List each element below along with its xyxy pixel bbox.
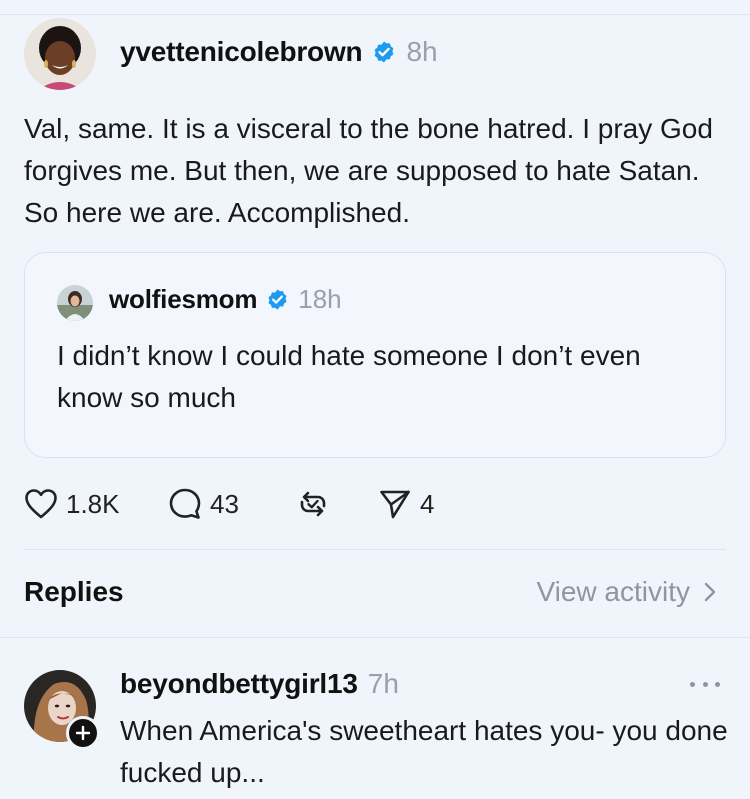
more-options-button[interactable] <box>690 672 720 696</box>
quoted-author-avatar[interactable] <box>57 285 93 321</box>
replies-divider <box>0 637 750 638</box>
follow-plus-button[interactable] <box>66 716 100 750</box>
send-icon <box>378 487 412 521</box>
reply-author-row: beyondbettygirl13 7h <box>120 668 399 700</box>
post-author-avatar[interactable] <box>24 18 96 90</box>
repost-icon <box>296 487 330 521</box>
top-divider <box>0 14 750 15</box>
quoted-timestamp: 18h <box>298 284 342 314</box>
view-activity-link[interactable]: View activity <box>536 576 716 608</box>
quoted-username[interactable]: wolfiesmom <box>109 284 257 315</box>
like-count: 1.8K <box>66 488 120 519</box>
comment-bubble-icon <box>168 487 202 521</box>
plus-icon <box>75 725 91 741</box>
replies-heading: Replies <box>24 576 124 607</box>
post-author-row: yvettenicolebrown 8h <box>120 36 438 68</box>
post-timestamp: 8h <box>406 36 438 67</box>
verified-badge-icon <box>266 288 289 311</box>
reply-text: When America's sweetheart hates you- you… <box>120 715 728 788</box>
view-activity-label: View activity <box>536 576 690 607</box>
post-text: Val, same. It is a visceral to the bone … <box>24 113 713 228</box>
share-count: 4 <box>420 488 435 519</box>
reply-button[interactable]: 43 <box>168 482 239 526</box>
heart-icon <box>24 488 58 520</box>
more-dot <box>715 681 720 687</box>
share-button[interactable]: 4 <box>378 482 434 526</box>
quoted-post-card[interactable]: wolfiesmom 18h I didn’t know I could hat… <box>24 252 726 458</box>
quoted-author-row: wolfiesmom 18h <box>109 284 342 315</box>
quoted-post-text: I didn’t know I could hate someone I don… <box>57 340 641 413</box>
thread-view: yvettenicolebrown 8h Val, same. It is a … <box>0 0 750 799</box>
section-divider <box>24 549 726 550</box>
like-button[interactable]: 1.8K <box>24 482 120 526</box>
chevron-right-icon <box>704 582 716 602</box>
reply-username[interactable]: beyondbettygirl13 <box>120 668 358 700</box>
verified-badge-icon <box>372 40 396 64</box>
reply-count: 43 <box>210 488 239 519</box>
more-dot <box>690 681 695 687</box>
more-dot <box>702 681 708 687</box>
repost-button[interactable] <box>296 482 330 526</box>
post-username[interactable]: yvettenicolebrown <box>120 36 363 68</box>
post-action-bar: 1.8K 43 4 <box>24 482 524 526</box>
reply-timestamp: 7h <box>367 668 399 699</box>
